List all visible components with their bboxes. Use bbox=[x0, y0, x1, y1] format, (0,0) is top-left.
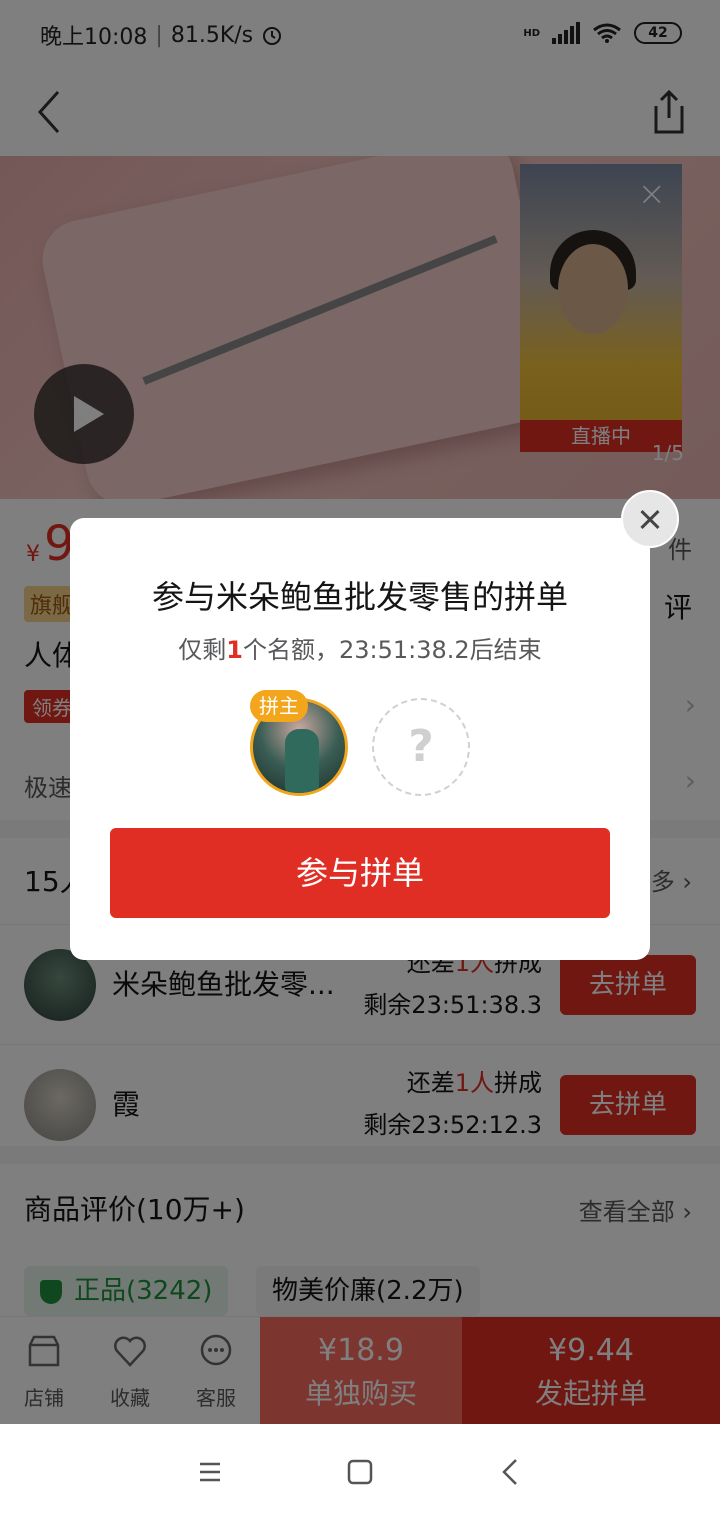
join-group-modal: 参与米朵鲍鱼批发零售的拼单 仅剩1个名额，23:51:38.2后结束 拼主 ? … bbox=[70, 518, 650, 960]
leader-avatar-image bbox=[285, 729, 319, 793]
modal-title: 参与米朵鲍鱼批发零售的拼单 bbox=[151, 578, 568, 616]
home-icon[interactable] bbox=[338, 1450, 382, 1494]
menu-icon[interactable] bbox=[188, 1450, 232, 1494]
system-nav-bar bbox=[0, 1424, 720, 1520]
leader-badge: 拼主 bbox=[250, 690, 308, 722]
modal-close-icon[interactable] bbox=[621, 490, 679, 548]
empty-slot-icon: ? bbox=[372, 698, 470, 796]
join-group-confirm-button[interactable]: 参与拼单 bbox=[110, 828, 610, 918]
system-back-icon[interactable] bbox=[490, 1450, 534, 1494]
modal-subtitle: 仅剩1个名额，23:51:38.2后结束 bbox=[178, 636, 542, 664]
